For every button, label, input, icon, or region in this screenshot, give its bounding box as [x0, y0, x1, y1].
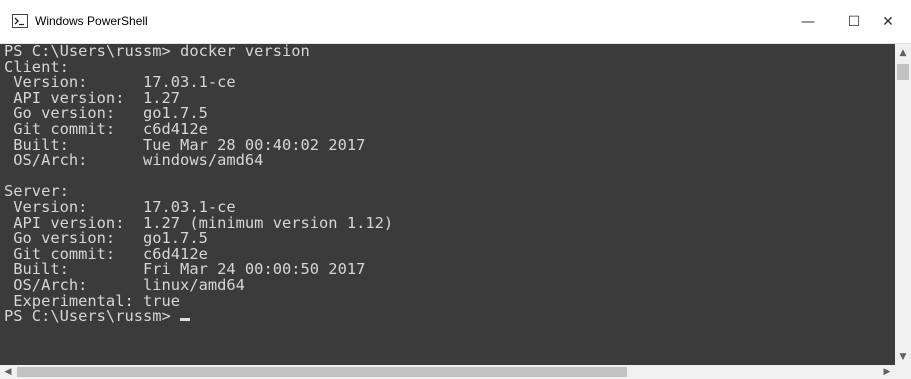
minimize-icon: —: [801, 13, 815, 30]
powershell-window: Windows PowerShell — ☐ ✕ PS C:\Users\rus…: [0, 0, 911, 379]
close-button[interactable]: ✕: [865, 0, 911, 43]
minimize-button[interactable]: —: [785, 0, 831, 43]
horizontal-scrollbar[interactable]: ◀ ▶: [0, 365, 895, 379]
title-bar[interactable]: Windows PowerShell — ☐ ✕: [0, 0, 911, 44]
scroll-right-icon[interactable]: ▶: [879, 365, 895, 379]
resize-grip[interactable]: [895, 365, 911, 379]
console-area[interactable]: PS C:\Users\russm> docker version Client…: [0, 44, 895, 365]
window-title: Windows PowerShell: [35, 14, 148, 28]
console-output: PS C:\Users\russm> docker version Client…: [0, 44, 895, 325]
scroll-up-icon[interactable]: ▲: [895, 44, 911, 61]
console-line: OS/Arch: windows/amd64: [4, 151, 264, 170]
scroll-down-icon[interactable]: ▼: [895, 348, 911, 365]
vertical-scrollbar[interactable]: ▲ ▼: [895, 44, 911, 365]
maximize-icon: ☐: [847, 13, 861, 30]
text-cursor: [180, 318, 191, 322]
powershell-icon: [12, 14, 28, 28]
console-prompt: PS C:\Users\russm>: [4, 307, 181, 326]
horizontal-scroll-thumb[interactable]: [17, 367, 627, 377]
close-icon: ✕: [882, 13, 894, 30]
scroll-left-icon[interactable]: ◀: [0, 365, 16, 379]
vertical-scroll-thumb[interactable]: [897, 64, 909, 80]
